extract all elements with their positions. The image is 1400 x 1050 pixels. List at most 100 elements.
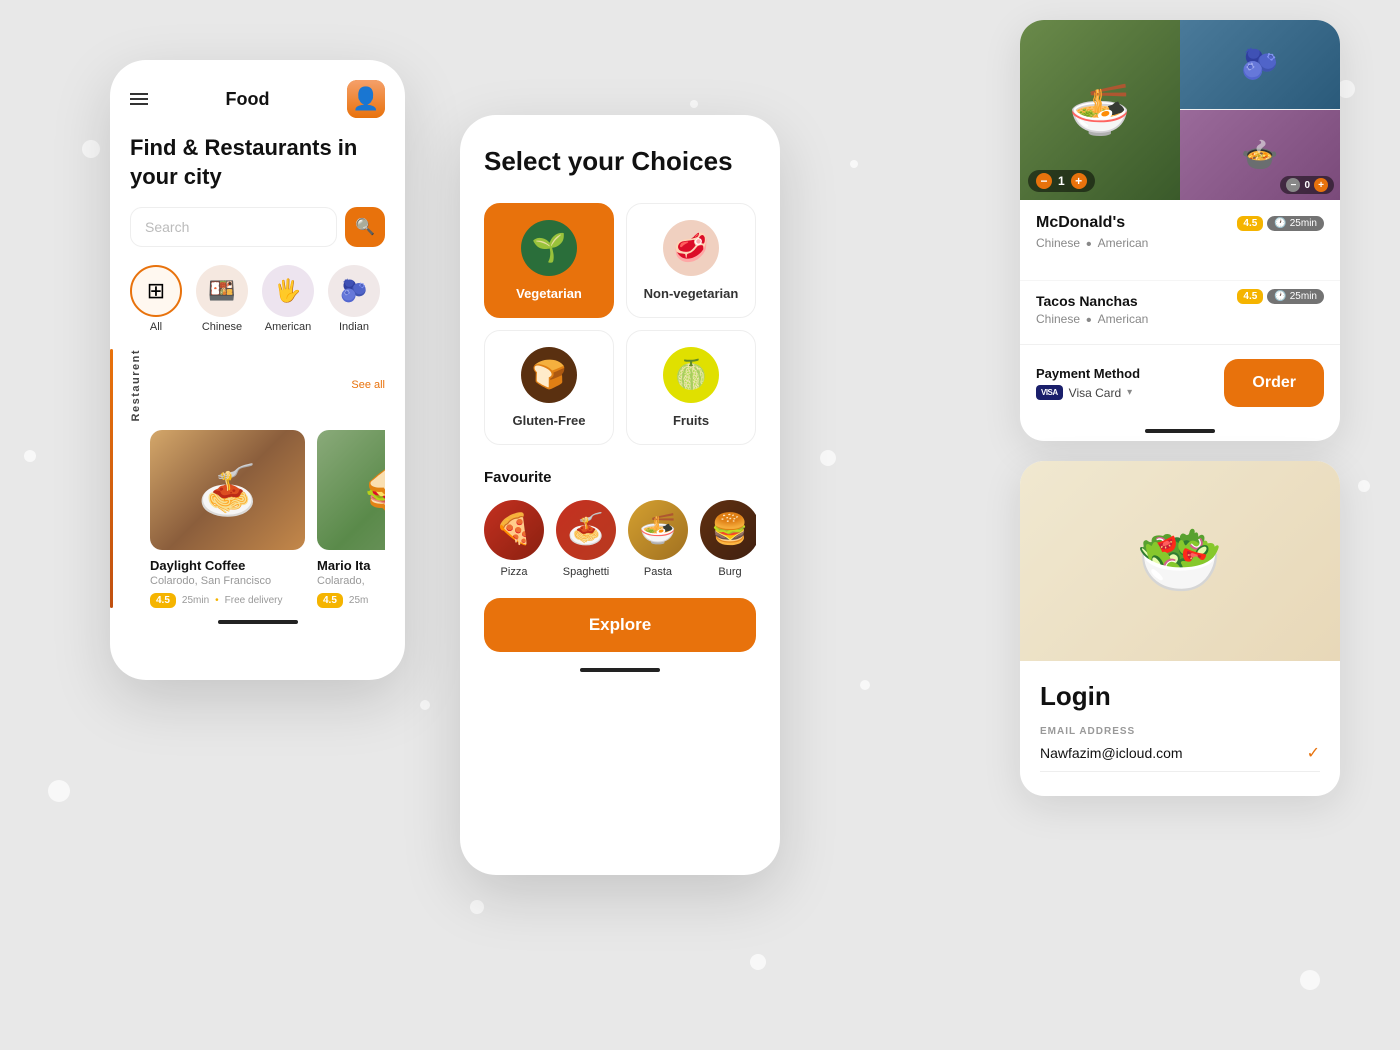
search-bar: Search 🔍 — [130, 207, 385, 247]
choice-non-vegetarian[interactable]: 🥩 Non-vegetarian — [626, 203, 756, 318]
time-value: 25min — [1290, 218, 1317, 229]
favourite-grid: 🍕 Pizza 🍝 Spaghetti 🍜 Pasta 🍔 Burg — [484, 500, 756, 578]
favourite-spaghetti[interactable]: 🍝 Spaghetti — [556, 500, 616, 578]
category-label-american: American — [265, 321, 311, 333]
category-label-all: All — [150, 321, 162, 333]
second-star-badge: 4.5 — [1237, 289, 1263, 304]
category-all[interactable]: ⊞ All — [130, 265, 182, 333]
visa-icon: VISA — [1036, 385, 1063, 400]
order-card: 🍜 − 1 + 🫐 🍲 − 0 + — [1020, 20, 1340, 441]
dot-separator-1: • — [215, 595, 219, 606]
rating-badge-1: 4.5 — [150, 593, 176, 608]
qty-badge-left: − 1 + — [1028, 170, 1095, 192]
time-text-2: 25m — [349, 595, 368, 606]
restaurant-location-1: Colarodo, San Francisco — [150, 575, 305, 587]
qty-plus-btn2[interactable]: + — [1314, 178, 1328, 192]
restaurant-name-1: Daylight Coffee — [150, 558, 305, 573]
qty-minus-btn2[interactable]: − — [1286, 178, 1300, 192]
restaurant-location-2: Colarado, — [317, 575, 385, 587]
see-all-link[interactable]: See all — [351, 379, 385, 391]
explore-button[interactable]: Explore — [484, 598, 756, 652]
search-button[interactable]: 🔍 — [345, 207, 385, 247]
category-chinese[interactable]: 🍱 Chinese — [196, 265, 248, 333]
choice-fruits[interactable]: 🍈 Fruits — [626, 330, 756, 445]
rating-badge-2: 4.5 — [317, 593, 343, 608]
restaurant-scroll: Daylight Coffee Colarodo, San Francisco … — [150, 430, 385, 608]
avatar[interactable] — [347, 80, 385, 118]
right-panel: 🍜 − 1 + 🫐 🍲 − 0 + — [1020, 20, 1340, 796]
category-icon-chinese: 🍱 — [196, 265, 248, 317]
qty-minus-btn[interactable]: − — [1036, 173, 1052, 189]
order-info: McDonald's 4.5 🕐 25min Chinese • America… — [1020, 200, 1340, 280]
favourite-burger[interactable]: 🍔 Burg — [700, 500, 756, 578]
restaurant-image-2 — [317, 430, 385, 550]
second-tag-dot: • — [1086, 312, 1092, 330]
order-images: 🍜 − 1 + 🫐 🍲 − 0 + — [1020, 20, 1340, 200]
qty-number-left: 1 — [1058, 174, 1065, 188]
fruits-icon: 🍈 — [663, 347, 719, 403]
choice-label-fruits: Fruits — [673, 413, 709, 428]
choice-gluten-free[interactable]: 🍞 Gluten-Free — [484, 330, 614, 445]
non-veg-icon: 🥩 — [663, 220, 719, 276]
restaurant-card-2[interactable]: Mario Ita Colarado, 4.5 25m — [317, 430, 385, 608]
search-icon: 🔍 — [355, 217, 375, 237]
qty-number-right: 0 — [1304, 180, 1310, 191]
restaurant-meta-2: 4.5 25m — [317, 593, 385, 608]
order-button[interactable]: Order — [1224, 359, 1324, 407]
category-american[interactable]: 🖐 American — [262, 265, 314, 333]
pizza-icon: 🍕 — [484, 500, 544, 560]
choice-vegetarian[interactable]: 🌱 Vegetarian — [484, 203, 614, 318]
second-clock-icon: 🕐 — [1274, 291, 1286, 302]
login-title: Login — [1040, 681, 1320, 712]
category-indian[interactable]: 🫐 Indian — [328, 265, 380, 333]
search-input[interactable]: Search — [130, 207, 337, 247]
favourite-title: Favourite — [484, 469, 756, 486]
star-badge: 4.5 — [1237, 216, 1263, 231]
qty-plus-btn[interactable]: + — [1071, 173, 1087, 189]
tag-dot: • — [1086, 236, 1092, 254]
hamburger-menu-icon[interactable] — [130, 93, 148, 105]
rating-row: 4.5 🕐 25min — [1237, 216, 1324, 231]
favourite-section: Favourite 🍕 Pizza 🍝 Spaghetti 🍜 Pasta 🍔 … — [484, 469, 756, 578]
home-indicator-2 — [580, 668, 660, 672]
phone1-screen: Food Find & Restaurants in your city Sea… — [110, 60, 405, 680]
category-label-indian: Indian — [339, 321, 369, 333]
order-img-right-top: 🫐 — [1180, 20, 1340, 110]
time-text-1: 25min — [182, 595, 209, 606]
phone2-screen: Select your Choices 🌱 Vegetarian 🥩 Non-v… — [460, 115, 780, 875]
restaurant-card-1[interactable]: Daylight Coffee Colarodo, San Francisco … — [150, 430, 305, 608]
favourite-pasta[interactable]: 🍜 Pasta — [628, 500, 688, 578]
second-restaurant-section: Tacos Nanchas 4.5 🕐 25min Chinese • Amer… — [1020, 280, 1340, 344]
home-indicator-1 — [218, 620, 298, 624]
section-label-restaurant: Restaurent — [130, 349, 142, 421]
favourite-pizza[interactable]: 🍕 Pizza — [484, 500, 544, 578]
main-tags-row: Chinese • American — [1036, 236, 1324, 254]
phone2-title: Select your Choices — [484, 145, 756, 179]
restaurant-meta-1: 4.5 25min • Free delivery — [150, 593, 305, 608]
category-icon-american: 🖐 — [262, 265, 314, 317]
spaghetti-icon: 🍝 — [556, 500, 616, 560]
login-food-image: 🥗 — [1020, 461, 1340, 661]
second-tags-row: Chinese • American — [1036, 312, 1324, 330]
phone1-title: Food — [226, 89, 270, 110]
tag-chinese: Chinese — [1036, 236, 1080, 254]
choice-label-nonveg: Non-vegetarian — [644, 286, 739, 301]
left-accent-bar — [110, 349, 113, 607]
home-indicator-order — [1145, 429, 1215, 433]
phone1-tagline: Find & Restaurants in your city — [130, 134, 385, 191]
favourite-label-burger: Burg — [718, 566, 741, 578]
main-restaurant-name: McDonald's — [1036, 214, 1125, 232]
second-tag-american: American — [1098, 312, 1149, 330]
category-icon-all: ⊞ — [130, 265, 182, 317]
visa-row[interactable]: VISA Visa Card ▾ — [1036, 385, 1140, 400]
checkmark-icon: ✓ — [1307, 743, 1320, 763]
order-img-right-col: 🫐 🍲 − 0 + — [1180, 20, 1340, 200]
second-restaurant-name: Tacos Nanchas — [1036, 281, 1138, 309]
choices-grid: 🌱 Vegetarian 🥩 Non-vegetarian 🍞 Gluten-F… — [484, 203, 756, 445]
chevron-down-icon: ▾ — [1127, 387, 1132, 398]
restaurant-name-2: Mario Ita — [317, 558, 385, 573]
restaurant-image-1 — [150, 430, 305, 550]
restaurant-main-row: McDonald's 4.5 🕐 25min — [1036, 214, 1324, 232]
payment-method-label: Payment Method — [1036, 366, 1140, 381]
second-rating-row: 4.5 🕐 25min — [1237, 289, 1324, 304]
